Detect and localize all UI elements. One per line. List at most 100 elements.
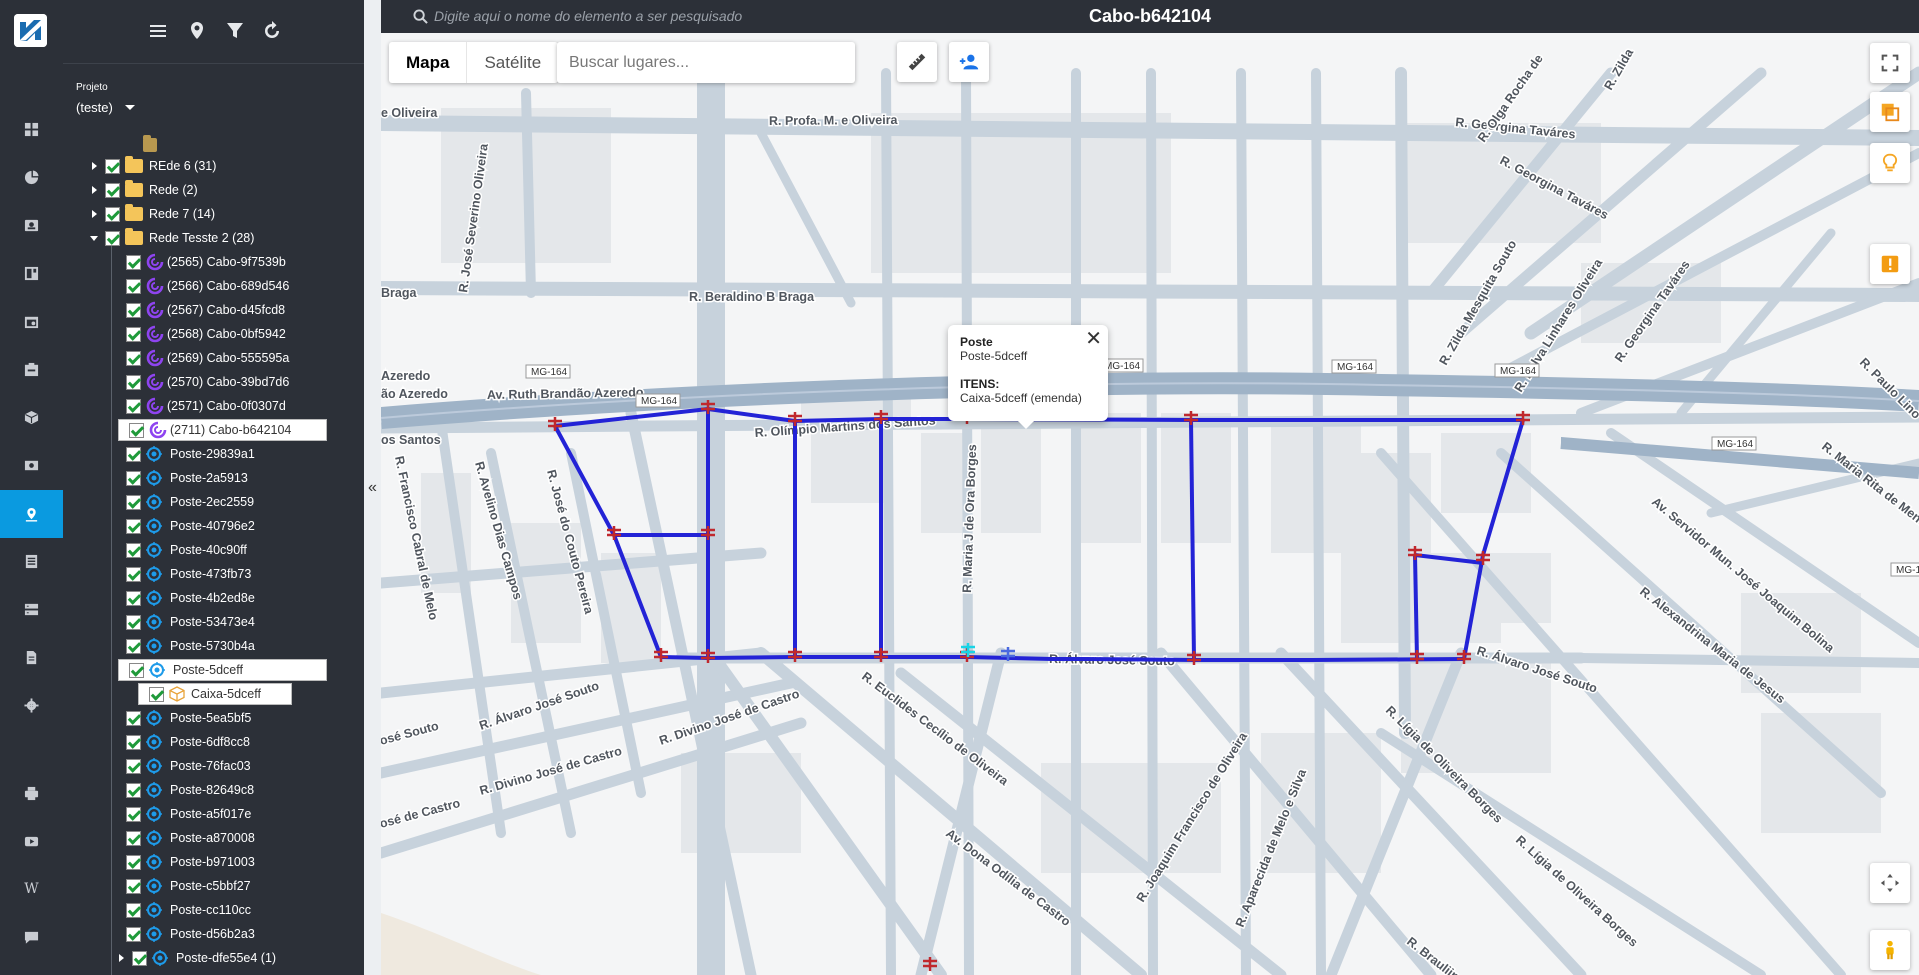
layer-checkbox[interactable] <box>105 206 120 222</box>
layer-checkbox[interactable] <box>129 422 144 438</box>
refresh-icon[interactable] <box>260 19 284 43</box>
pie-chart-icon[interactable] <box>0 154 63 200</box>
tree-row[interactable]: Poste-5ea5bf5 <box>116 707 251 729</box>
layer-checkbox[interactable] <box>126 806 141 822</box>
layer-checkbox[interactable] <box>126 494 141 510</box>
tree-row[interactable]: (2711) Cabo-b642104 <box>118 419 327 441</box>
tree-row[interactable]: Poste-5dceff <box>118 659 327 681</box>
layer-checkbox[interactable] <box>132 950 147 966</box>
chevron-right-icon[interactable] <box>89 209 99 219</box>
pan-control-icon[interactable] <box>1870 863 1910 903</box>
tree-row[interactable]: Poste-473fb73 <box>116 563 251 585</box>
layer-checkbox[interactable] <box>126 758 141 774</box>
tree-row[interactable]: Poste-a5f017e <box>116 803 251 825</box>
layers-icon[interactable] <box>1870 92 1910 132</box>
layer-checkbox[interactable] <box>126 278 141 294</box>
tree-row[interactable]: Poste-2a5913 <box>116 467 248 489</box>
chevron-down-icon[interactable] <box>89 233 99 243</box>
collapse-panel-button[interactable]: « <box>364 0 381 975</box>
layer-checkbox[interactable] <box>126 734 141 750</box>
tree-row[interactable]: Poste-4b2ed8e <box>116 587 255 609</box>
layer-checkbox[interactable] <box>126 878 141 894</box>
wikipedia-icon[interactable]: W <box>0 866 63 912</box>
tree-row[interactable]: Poste-29839a1 <box>116 443 255 465</box>
layer-checkbox[interactable] <box>105 230 120 246</box>
layer-checkbox[interactable] <box>105 158 120 174</box>
layer-checkbox[interactable] <box>126 782 141 798</box>
layer-checkbox[interactable] <box>126 902 141 918</box>
tree-row[interactable]: Poste-6df8cc8 <box>116 731 250 753</box>
tree-row[interactable]: Poste-c5bbf27 <box>116 875 251 897</box>
chevron-right-icon[interactable] <box>89 185 99 195</box>
add-user-icon[interactable] <box>949 42 989 82</box>
place-search-input[interactable]: Buscar lugares... <box>557 42 855 83</box>
layer-checkbox[interactable] <box>126 854 141 870</box>
layer-checkbox[interactable] <box>126 710 141 726</box>
tree-row[interactable]: Poste-a870008 <box>116 827 255 849</box>
dashboard-icon[interactable] <box>0 250 63 296</box>
layer-checkbox[interactable] <box>126 350 141 366</box>
tree-row[interactable]: Poste-b971003 <box>116 851 255 873</box>
layer-checkbox[interactable] <box>126 470 141 486</box>
money-icon[interactable] <box>0 442 63 488</box>
layer-checkbox[interactable] <box>105 182 120 198</box>
tree-row[interactable]: Poste-5730b4a <box>116 635 255 657</box>
tree-row[interactable]: (2567) Cabo-d45fcd8 <box>116 299 285 321</box>
layer-checkbox[interactable] <box>126 566 141 582</box>
app-logo[interactable] <box>14 14 47 47</box>
video-icon[interactable] <box>0 818 63 864</box>
ruler-icon[interactable] <box>897 42 937 82</box>
layer-checkbox[interactable] <box>126 542 141 558</box>
tree-row[interactable]: (2571) Cabo-0f0307d <box>116 395 286 417</box>
tree-row[interactable]: (2569) Cabo-555595a <box>116 347 289 369</box>
map-canvas[interactable]: e Oliveira R. Profa. M. e Oliveira R. Ge… <box>381 33 1919 975</box>
tree-row[interactable]: Rede 7 (14) <box>89 203 215 225</box>
chevron-right-icon[interactable] <box>89 161 99 171</box>
layer-checkbox[interactable] <box>126 830 141 846</box>
fullscreen-icon[interactable] <box>1870 43 1910 83</box>
alert-icon[interactable] <box>1870 244 1910 284</box>
tree-row[interactable]: (2568) Cabo-0bf5942 <box>116 323 286 345</box>
map-type-mapa[interactable]: Mapa <box>389 42 468 83</box>
tree-row[interactable]: (2570) Cabo-39bd7d6 <box>116 371 289 393</box>
street-map[interactable]: e Oliveira R. Profa. M. e Oliveira R. Ge… <box>381 33 1919 975</box>
tree-row[interactable]: Poste-dfe55e4 (1) <box>116 947 276 969</box>
layer-checkbox[interactable] <box>126 398 141 414</box>
tree-row[interactable]: Poste-40c90ff <box>116 539 247 561</box>
layer-checkbox[interactable] <box>126 614 141 630</box>
layer-checkbox[interactable] <box>126 518 141 534</box>
layer-checkbox[interactable] <box>126 926 141 942</box>
layer-checkbox[interactable] <box>126 638 141 654</box>
layer-checkbox[interactable] <box>126 446 141 462</box>
tree-row[interactable]: Poste-cc110cc <box>116 899 251 921</box>
layer-checkbox[interactable] <box>129 662 144 678</box>
tree-row[interactable]: Poste-d56b2a3 <box>116 923 255 945</box>
calendar-icon[interactable] <box>0 298 63 344</box>
box-icon[interactable] <box>0 394 63 440</box>
tree-row[interactable]: Poste-82649c8 <box>116 779 254 801</box>
filter-icon[interactable] <box>223 19 247 43</box>
list-icon[interactable] <box>0 538 63 584</box>
layer-checkbox[interactable] <box>126 302 141 318</box>
tree-row[interactable]: Poste-76fac03 <box>116 755 251 777</box>
lightbulb-icon[interactable] <box>1870 143 1910 183</box>
close-icon[interactable]: ✕ <box>1085 329 1102 349</box>
layer-checkbox[interactable] <box>126 374 141 390</box>
server-icon[interactable] <box>0 586 63 632</box>
tree-row[interactable]: Poste-40796e2 <box>116 515 255 537</box>
map-type-satellite[interactable]: Satélite <box>467 42 558 83</box>
printer-icon[interactable] <box>0 770 63 816</box>
tree-row[interactable]: Poste-2ec2559 <box>116 491 254 513</box>
tree-row[interactable]: Poste-53473e4 <box>116 611 255 633</box>
gear-icon[interactable] <box>0 682 63 728</box>
layer-checkbox[interactable] <box>126 326 141 342</box>
chevron-right-icon[interactable] <box>116 953 126 963</box>
tree-row[interactable]: Rede Tesste 2 (28) <box>89 227 254 249</box>
contact-card-icon[interactable] <box>0 202 63 248</box>
tree-row[interactable]: (2566) Cabo-689d546 <box>116 275 289 297</box>
menu-icon[interactable] <box>146 19 170 43</box>
grid-icon[interactable] <box>0 106 63 152</box>
tree-row[interactable]: Rede (2) <box>89 179 198 201</box>
tree-row[interactable]: Caixa-5dceff <box>138 683 292 705</box>
layer-checkbox[interactable] <box>149 686 164 702</box>
